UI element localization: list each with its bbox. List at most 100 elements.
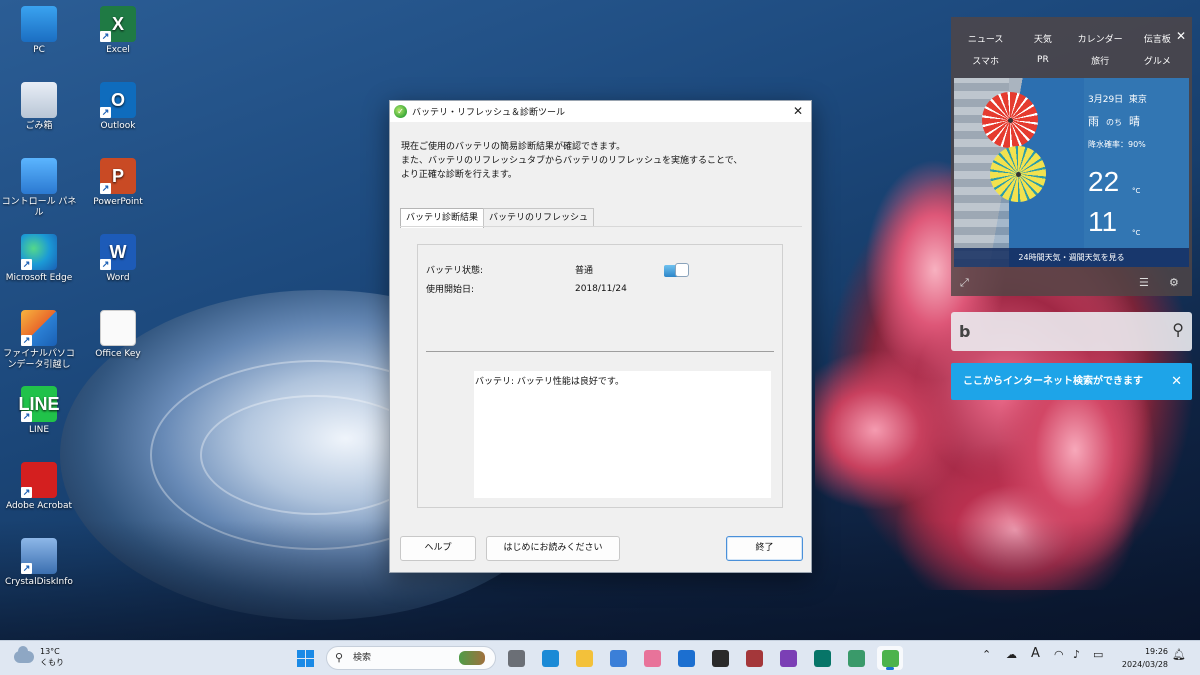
- taskbar-app-publisher[interactable]: [809, 646, 835, 670]
- desktop-icon-recycle-bin[interactable]: ごみ箱: [1, 82, 77, 132]
- battery-icon[interactable]: ▭: [1093, 648, 1103, 661]
- bing-search-box[interactable]: b ⚲: [951, 312, 1192, 351]
- taskbar-app-mail[interactable]: [673, 646, 699, 670]
- word-icon: W ↗: [100, 234, 136, 270]
- data-transfer-icon: ↗: [21, 310, 57, 346]
- close-icon[interactable]: ✕: [1171, 363, 1182, 400]
- help-button[interactable]: ヘルプ: [400, 536, 476, 561]
- tab-diagnosis-result[interactable]: バッテリ診断結果: [400, 208, 485, 228]
- clock-time: 19:26: [1144, 647, 1168, 656]
- desktop-icon-label: コントロール パネル: [1, 197, 77, 218]
- desktop-icon-label: ファイナルパソコンデータ引越し: [3, 349, 75, 370]
- search-tip-text: ここからインターネット検索ができます: [963, 376, 1143, 387]
- expand-icon[interactable]: ⤢: [960, 276, 969, 290]
- desktop-icon-word[interactable]: W ↗ Word: [80, 234, 156, 284]
- desktop-icon-control-panel[interactable]: コントロール パネル: [1, 158, 77, 219]
- taskbar-clock[interactable]: 19:26 2024/03/28: [1118, 645, 1168, 671]
- shortcut-arrow-icon: ↗: [21, 563, 32, 574]
- powerpoint-glyph: P: [111, 165, 124, 186]
- weather-date-value: 3月29日: [1088, 95, 1124, 105]
- edge-icon: [541, 649, 559, 667]
- taskbar-temp: 13°C: [40, 647, 60, 656]
- desktop-icon-label: LINE: [28, 425, 50, 435]
- readme-button[interactable]: はじめにお読みください: [486, 536, 620, 561]
- desktop-icon-label: Microsoft Edge: [5, 273, 73, 283]
- desktop-icon-label: Office Key: [95, 349, 141, 359]
- search-icon: ⚲: [335, 651, 344, 664]
- desktop-icon-label: CrystalDiskInfo: [5, 577, 73, 587]
- taskbar-app-photos[interactable]: [639, 646, 665, 670]
- condition-first: 雨: [1088, 115, 1099, 128]
- desktop-icon-data-transfer[interactable]: ↗ ファイナルパソコンデータ引越し: [1, 310, 77, 371]
- start-button[interactable]: [292, 646, 318, 670]
- list-icon[interactable]: ☰: [1139, 276, 1149, 289]
- low-temp: 11: [1088, 206, 1118, 237]
- line-glyph: LINE: [18, 393, 60, 414]
- desktop-icon-label: PowerPoint: [93, 197, 143, 207]
- search-icon[interactable]: ⚲: [1172, 320, 1184, 339]
- weather-card[interactable]: 3月29日 東京 雨 のち 晴 降水確率：90% 22 °C 11 °C 24時…: [954, 78, 1189, 267]
- shortcut-arrow-icon: ↗: [100, 107, 111, 118]
- taskbar-weather[interactable]: 13°C くもり: [14, 646, 64, 668]
- outlook-icon: O ↗: [100, 82, 136, 118]
- dialog-titlebar[interactable]: ✓ バッテリ・リフレッシュ＆診断ツール ✕: [390, 101, 811, 122]
- store-icon: [609, 649, 627, 667]
- photos-icon: [643, 649, 661, 667]
- chevron-up-icon[interactable]: ⌃: [982, 648, 991, 661]
- desktop-icon-excel[interactable]: X ↗ Excel: [80, 6, 156, 56]
- desktop-icon-crystaldiskinfo[interactable]: ↗ CrystalDiskInfo: [1, 538, 77, 588]
- bell-icon[interactable]: 🔔︎: [1172, 648, 1186, 661]
- taskbar-app-store[interactable]: [605, 646, 631, 670]
- ime-indicator[interactable]: A: [1031, 646, 1040, 661]
- desktop-icon-pc[interactable]: PC: [1, 6, 77, 56]
- taskbar-app-globe[interactable]: [843, 646, 869, 670]
- speaker-icon[interactable]: ♪: [1073, 648, 1080, 661]
- taskbar-app-battery-tool[interactable]: [877, 646, 903, 670]
- shortcut-arrow-icon: ↗: [21, 335, 32, 346]
- widget-nav-weather[interactable]: 天気: [1014, 32, 1071, 45]
- control-panel-icon: [21, 158, 57, 194]
- taskbar-app-edge[interactable]: [537, 646, 563, 670]
- exit-button[interactable]: 終了: [726, 536, 803, 561]
- widget-nav-news[interactable]: ニュース: [957, 32, 1014, 45]
- taskbar-search[interactable]: ⚲ 検索: [326, 646, 496, 670]
- taskbar-app-file-explorer[interactable]: [571, 646, 597, 670]
- desktop-icon-powerpoint[interactable]: P ↗ PowerPoint: [80, 158, 156, 208]
- desktop-icon-office-key[interactable]: Office Key: [80, 310, 156, 360]
- taskbar-app-access[interactable]: [741, 646, 767, 670]
- forecast-link[interactable]: 24時間天気・週間天気を見る: [954, 248, 1189, 267]
- weather-date: 3月29日 東京: [1088, 92, 1147, 105]
- intro-line: より正確な診断を行えます。: [401, 170, 517, 180]
- close-icon[interactable]: ✕: [1176, 29, 1186, 43]
- weather-condition: 雨 のち 晴: [1088, 113, 1140, 129]
- close-icon[interactable]: ✕: [785, 101, 811, 122]
- tab-battery-refresh[interactable]: バッテリのリフレッシュ: [483, 208, 595, 227]
- desktop-icon-edge[interactable]: ↗ Microsoft Edge: [1, 234, 77, 284]
- battery-check-icon: [664, 263, 690, 279]
- desktop-icon-acrobat[interactable]: ↗ Adobe Acrobat: [1, 462, 77, 512]
- desktop-icon-outlook[interactable]: O ↗ Outlook: [80, 82, 156, 132]
- battery-tool-icon: ✓: [394, 105, 407, 118]
- taskbar-app-task-view[interactable]: [503, 646, 529, 670]
- gear-icon[interactable]: ⚙: [1169, 276, 1179, 289]
- intro-line: 現在ご使用のバッテリの簡易診断結果が確認できます。: [401, 142, 626, 152]
- widget-nav-gourmet[interactable]: グルメ: [1129, 54, 1186, 67]
- result-text-box: バッテリ: バッテリ性能は良好です。: [474, 371, 771, 498]
- desktop-icon-label: Word: [106, 273, 130, 283]
- shortcut-arrow-icon: ↗: [100, 259, 111, 270]
- taskbar-app-onenote[interactable]: [775, 646, 801, 670]
- globe-icon: [847, 649, 865, 667]
- cloud-off-icon[interactable]: ☁: [1006, 648, 1017, 661]
- widget-nav-pr[interactable]: PR: [1014, 55, 1071, 65]
- crystaldiskinfo-icon: ↗: [21, 538, 57, 574]
- dialog-tabs: バッテリ診断結果 バッテリのリフレッシュ: [400, 208, 595, 228]
- desktop-icon-line[interactable]: LINE ↗ LINE: [1, 386, 77, 436]
- wifi-icon[interactable]: ◠: [1054, 648, 1064, 661]
- widget-nav-calendar[interactable]: カレンダー: [1072, 32, 1129, 45]
- weather-city: 東京: [1128, 95, 1147, 105]
- widget-nav-phone[interactable]: スマホ: [957, 54, 1014, 67]
- status-label: バッテリ状態:: [426, 266, 484, 276]
- widget-nav-travel[interactable]: 旅行: [1072, 54, 1129, 67]
- taskbar-app-snipping-tool[interactable]: [707, 646, 733, 670]
- diagnosis-box: バッテリ状態: 普通 使用開始日: 2018/11/24 バッテリ: バッテリ性…: [417, 244, 783, 508]
